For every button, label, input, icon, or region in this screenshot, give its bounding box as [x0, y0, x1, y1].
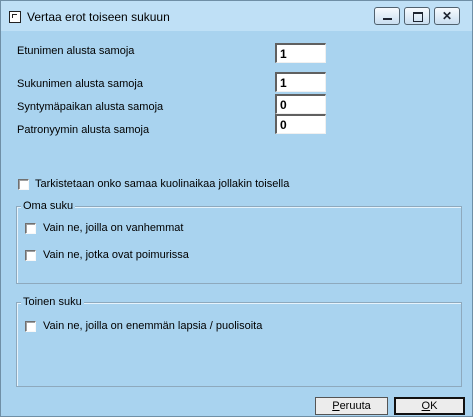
minimize-icon: [383, 18, 392, 20]
cancel-button-mnemonic: P: [332, 400, 340, 412]
first-name-prefix-field[interactable]: 1: [275, 43, 326, 63]
title-bar[interactable]: Vertaa erot toiseen sukuun ✕: [1, 1, 472, 31]
more-children-checkbox[interactable]: [25, 321, 36, 332]
death-date-checkbox[interactable]: [18, 179, 29, 190]
more-children-label: Vain ne, joilla on enemmän lapsia / puol…: [43, 320, 263, 332]
has-parents-checkbox[interactable]: [25, 223, 36, 234]
own-family-group: [16, 206, 462, 284]
maximize-icon: [413, 12, 423, 22]
surname-prefix-field[interactable]: 1: [275, 72, 326, 92]
window-app-icon: [9, 11, 21, 23]
window-title: Vertaa erot toiseen sukuun: [27, 10, 170, 24]
cancel-button[interactable]: Peruuta: [315, 397, 388, 415]
close-icon: ✕: [441, 9, 453, 23]
patronymic-prefix-field[interactable]: 0: [275, 114, 326, 134]
compare-dialog-window: Vertaa erot toiseen sukuun ✕ Etunimen al…: [0, 0, 473, 417]
other-family-group: [16, 302, 462, 387]
close-button[interactable]: ✕: [434, 7, 460, 25]
surname-prefix-label: Sukunimen alusta samoja: [17, 78, 143, 90]
death-date-checkbox-label: Tarkistetaan onko samaa kuolinaikaa joll…: [35, 178, 290, 190]
own-family-legend: Oma suku: [21, 200, 76, 212]
in-picker-label: Vain ne, jotka ovat poimurissa: [43, 249, 189, 261]
has-parents-label: Vain ne, joilla on vanhemmat: [43, 222, 184, 234]
other-family-legend: Toinen suku: [21, 296, 84, 308]
ok-button-label: K: [430, 400, 438, 412]
cancel-button-label: eruuta: [339, 400, 371, 412]
minimize-button[interactable]: [374, 7, 400, 25]
maximize-button[interactable]: [404, 7, 430, 25]
first-name-prefix-label: Etunimen alusta samoja: [17, 45, 135, 57]
ok-button[interactable]: OK: [394, 397, 465, 415]
in-picker-checkbox[interactable]: [25, 250, 36, 261]
birthplace-prefix-field[interactable]: 0: [275, 94, 326, 114]
patronymic-prefix-label: Patronyymin alusta samoja: [17, 124, 150, 136]
ok-button-mnemonic: O: [421, 400, 431, 412]
birthplace-prefix-label: Syntymäpaikan alusta samoja: [17, 101, 164, 113]
